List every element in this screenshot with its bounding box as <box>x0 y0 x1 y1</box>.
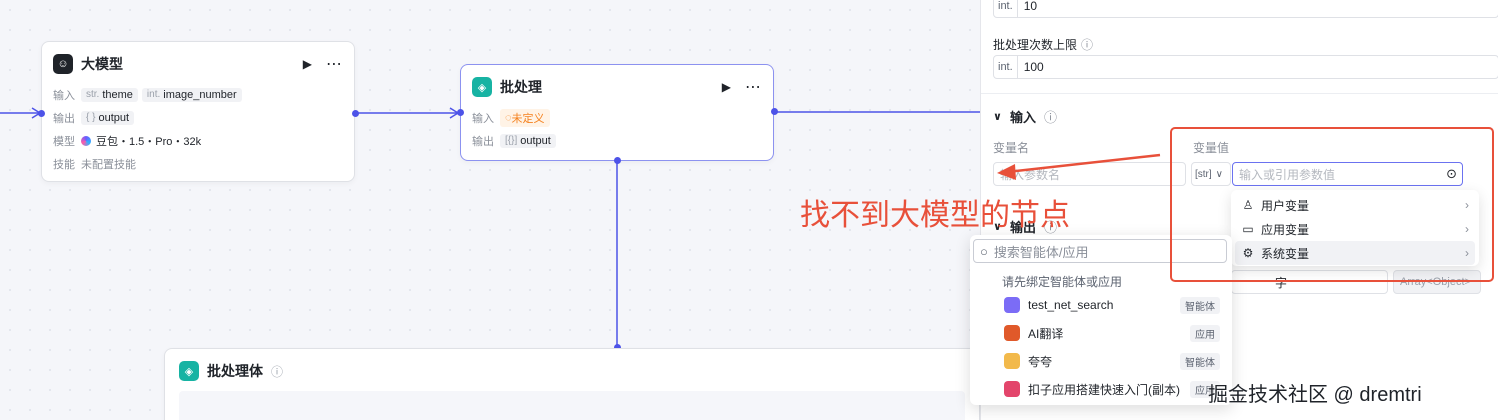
batch-output-row: 输出 [{}] output <box>472 129 762 152</box>
agent-avatar <box>1004 353 1020 369</box>
llm-node-title: 大模型 <box>81 56 123 72</box>
annotation-arrow <box>997 153 1161 180</box>
bind-hint: 请先绑定智能体或应用 <box>1002 275 1123 289</box>
annotation-highlight-box <box>1170 127 1494 282</box>
run-icon[interactable]: ▶ <box>303 57 312 71</box>
batch-body-title: 批处理体 <box>207 363 263 379</box>
llm-output-row: 输出 { } output <box>53 106 343 129</box>
llm-output-port[interactable] <box>352 110 359 117</box>
agent-avatar <box>1004 381 1020 397</box>
max-batch-input[interactable]: int. 100 <box>993 55 1498 79</box>
llm-node[interactable]: ☺ 大模型 ▶ ⋯ 输入 str. theme int. image_number … <box>41 41 355 182</box>
batch-body-node[interactable]: ◈ 批处理体 ⓘ <box>164 348 980 420</box>
info-icon[interactable]: ⓘ <box>1081 36 1093 53</box>
model-value: 豆包・1.5・Pro・32k <box>96 135 202 148</box>
annotation-text: 找不到大模型的节点 <box>800 199 1070 232</box>
batch-output-port[interactable] <box>771 108 778 115</box>
run-icon[interactable]: ▶ <box>722 80 731 94</box>
batch-body-port[interactable] <box>614 157 621 164</box>
llm-node-icon: ☺ <box>53 54 73 74</box>
llm-skill-row: 技能 未配置技能 <box>53 152 343 175</box>
chevron-down-icon: ∨ <box>993 111 1002 123</box>
agent-avatar <box>1004 297 1020 313</box>
skill-value: 未配置技能 <box>81 158 136 171</box>
more-icon[interactable]: ⋯ <box>326 54 343 74</box>
agent-list-item[interactable]: AI翻译 应用 <box>1004 322 1220 344</box>
batch-body-icon: ◈ <box>179 361 199 381</box>
search-icon: ○ <box>980 243 988 259</box>
batch-node[interactable]: ◈ 批处理 ▶ ⋯ 输入 ◌ 未定义 输出 [{}] output <box>460 64 774 161</box>
model-logo-icon <box>81 135 91 146</box>
llm-input-row: 输入 str. theme int. image_number <box>53 83 343 106</box>
batch-node-icon: ◈ <box>472 77 492 97</box>
llm-model-row: 模型 豆包・1.5・Pro・32k <box>53 129 343 152</box>
batch-input-port[interactable] <box>457 109 464 116</box>
batch-body-area <box>179 391 965 420</box>
agent-list-item[interactable]: 扣子应用搭建快速入门(副本) 应用 <box>1004 378 1220 400</box>
watermark: 掘金技术社区 @ dremtri <box>1208 384 1422 406</box>
max-batch-label: 批处理次数上限 ⓘ <box>993 36 1094 53</box>
input-section-header[interactable]: ∨ 输入 ⓘ <box>993 107 1057 126</box>
info-icon[interactable]: ⓘ <box>271 363 283 380</box>
concurrency-input[interactable]: int. 10 <box>993 0 1498 18</box>
input-tag: int. image_number <box>141 87 242 102</box>
llm-input-port[interactable] <box>38 110 45 117</box>
input-tag: str. theme <box>81 87 138 102</box>
batch-input-row: 输入 ◌ 未定义 <box>472 106 762 129</box>
agent-avatar <box>1004 325 1020 341</box>
undefined-badge: ◌ 未定义 <box>500 108 550 127</box>
agent-list-item[interactable]: test_net_search 智能体 <box>1004 294 1220 316</box>
batch-node-title: 批处理 <box>500 79 542 95</box>
output-tag: [{}] output <box>500 133 556 148</box>
output-tag: { } output <box>81 110 135 125</box>
info-icon[interactable]: ⓘ <box>1044 107 1057 126</box>
more-icon[interactable]: ⋯ <box>745 77 762 97</box>
divider <box>981 93 1498 94</box>
agent-list-item[interactable]: 夸夸 智能体 <box>1004 350 1220 372</box>
